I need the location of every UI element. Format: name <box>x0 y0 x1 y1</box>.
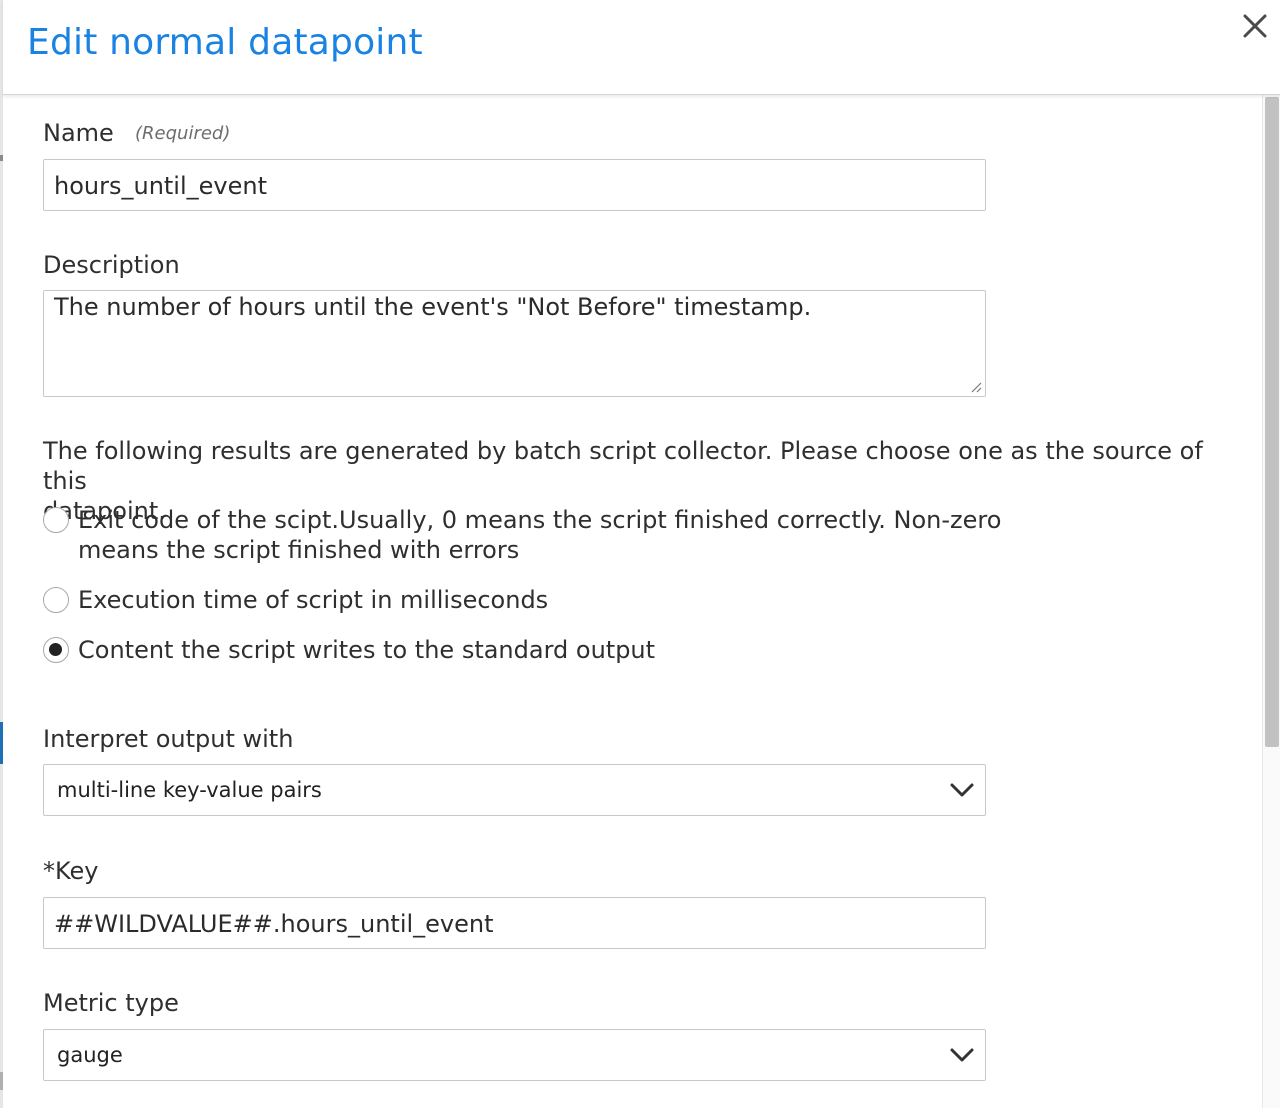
radio-exit-code-label: Exit code of the scipt.Usually, 0 means … <box>78 505 1001 565</box>
close-icon[interactable] <box>1240 11 1270 41</box>
radio-exit-code[interactable]: Exit code of the scipt.Usually, 0 means … <box>43 505 1001 565</box>
dialog-title: Edit normal datapoint <box>27 22 423 63</box>
background-mark <box>0 155 3 161</box>
radio-button-selected[interactable] <box>43 637 69 663</box>
required-note: (Required) <box>135 123 231 144</box>
radio-execution-time[interactable]: Execution time of script in milliseconds <box>43 585 548 615</box>
radio-exit-code-line1: Exit code of the scipt.Usually, 0 means … <box>78 506 1002 534</box>
description-label: Description <box>43 251 180 279</box>
metric-type-select[interactable]: gauge <box>43 1029 986 1081</box>
background-page-edge <box>0 0 3 1108</box>
source-intro-line1: The following results are generated by b… <box>43 437 1203 495</box>
key-input[interactable]: ##WILDVALUE##.hours_until_event <box>43 897 986 949</box>
interpret-select-value: multi-line key-value pairs <box>57 778 322 802</box>
chevron-down-icon <box>950 1048 974 1062</box>
chevron-down-icon <box>950 783 974 797</box>
key-label: *Key <box>43 857 99 885</box>
radio-button[interactable] <box>43 507 69 533</box>
radio-standard-output[interactable]: Content the script writes to the standar… <box>43 635 655 665</box>
radio-button[interactable] <box>43 587 69 613</box>
radio-standard-output-label: Content the script writes to the standar… <box>78 636 656 664</box>
radio-exit-code-line2: means the script finished with errors <box>78 536 520 564</box>
radio-execution-time-label: Execution time of script in milliseconds <box>78 586 549 614</box>
metric-type-select-value: gauge <box>57 1043 123 1067</box>
dialog-header: Edit normal datapoint <box>3 0 1280 95</box>
interpret-select[interactable]: multi-line key-value pairs <box>43 764 986 816</box>
background-mark <box>0 1072 3 1090</box>
description-textarea[interactable]: The number of hours until the event's "N… <box>43 290 986 397</box>
metric-type-label: Metric type <box>43 989 179 1017</box>
background-mark <box>0 722 3 764</box>
interpret-label: Interpret output with <box>43 725 294 753</box>
scrollbar-thumb[interactable] <box>1265 97 1279 747</box>
description-text: The number of hours until the event's "N… <box>54 293 812 321</box>
name-label: Name <box>43 119 114 147</box>
resize-grip-icon[interactable] <box>970 381 982 393</box>
name-input[interactable]: hours_until_event <box>43 159 986 211</box>
